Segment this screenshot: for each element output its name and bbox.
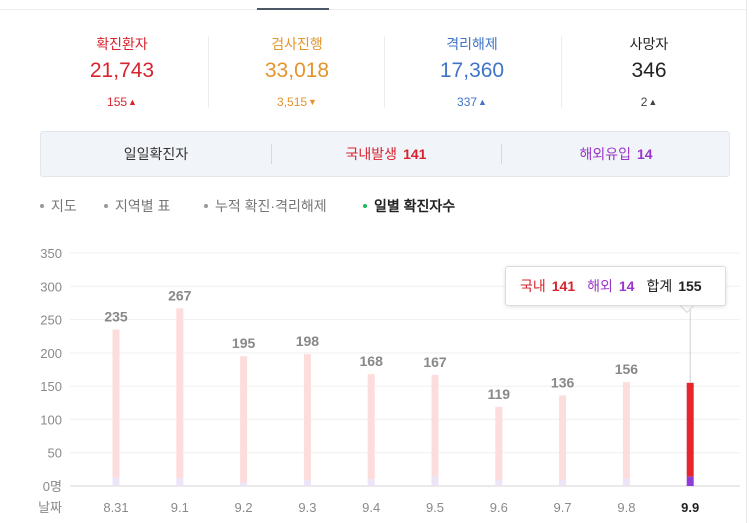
tooltip-total-value: 155 <box>678 278 702 294</box>
bar-overseas <box>686 476 694 486</box>
tab-map[interactable]: 지도 <box>40 196 77 216</box>
x-tick-label: 9.8 <box>617 500 635 515</box>
stat-divider <box>384 36 385 108</box>
triangle-down-icon: ▼ <box>308 97 317 107</box>
bullet-icon <box>104 204 108 208</box>
stat-label: 격리해제 <box>446 36 498 52</box>
bar-total-label: 267 <box>168 287 192 303</box>
bar-domestic <box>303 354 311 481</box>
stat-label: 검사진행 <box>271 36 323 52</box>
x-tick-label: 8.31 <box>103 500 128 515</box>
x-tick-label: 9.1 <box>171 500 189 515</box>
y-tick-label: 100 <box>40 412 62 427</box>
chart-tooltip: 국내 141 해외 14 합계 155 <box>505 266 726 306</box>
x-tick-label: 9.3 <box>298 500 316 515</box>
x-tick-label: 9.2 <box>235 500 253 515</box>
summary-title: 일일확진자 <box>123 146 189 162</box>
summary-overseas: 해외유입 14 <box>501 132 731 176</box>
bar-overseas <box>303 480 311 486</box>
bar-overseas <box>176 478 184 486</box>
tab-region-table[interactable]: 지역별 표 <box>104 196 170 216</box>
stat-value: 21,743 <box>89 59 155 82</box>
bullet-icon <box>40 204 44 208</box>
stat-delta: 337▲ <box>457 95 487 109</box>
bar-domestic <box>559 395 567 481</box>
stat-label: 확진환자 <box>96 36 148 52</box>
bar-overseas <box>495 480 503 486</box>
triangle-up-icon: ▲ <box>478 97 487 107</box>
bar-domestic <box>431 374 439 477</box>
x-tick-label: 9.7 <box>554 500 572 515</box>
bar-domestic <box>367 374 375 480</box>
triangle-up-icon: ▲ <box>128 97 137 107</box>
tab-cumulative[interactable]: 누적 확진·격리해제 <box>204 196 327 216</box>
stat-divider <box>561 36 562 108</box>
bullet-icon <box>204 204 208 208</box>
stat-delta: 155▲ <box>107 95 137 109</box>
stat-value: 346 <box>631 59 667 82</box>
stat-delta: 3,515▼ <box>277 95 317 109</box>
domestic-label: 국내발생 <box>345 146 398 162</box>
bar-domestic <box>176 308 184 479</box>
stat-value: 33,018 <box>264 59 330 82</box>
y-tick-label: 250 <box>40 313 62 328</box>
bullet-icon <box>363 204 367 208</box>
stat-block: 검사진행 33,018 3,515▼ <box>213 34 381 111</box>
bar-total-label: 119 <box>488 386 511 402</box>
tooltip-domestic-key: 국내 <box>520 278 546 294</box>
stat-block: 사망자 346 2▲ <box>565 34 733 111</box>
bar-domestic <box>495 406 503 481</box>
summary-domestic: 국내발생 141 <box>271 132 501 176</box>
y-tick-label: 0명 <box>43 479 62 494</box>
x-tick-label: 9.9 <box>681 500 699 515</box>
bar-total-label: 156 <box>615 361 639 377</box>
overseas-value: 14 <box>636 146 653 162</box>
bar-overseas <box>622 478 630 486</box>
bar-total-label: 235 <box>104 309 128 325</box>
y-tick-label: 300 <box>40 279 62 294</box>
x-axis-label: 날짜 <box>38 500 62 515</box>
tab-daily-cases[interactable]: 일별 확진자수 <box>363 196 455 216</box>
stat-label: 사망자 <box>629 36 669 52</box>
bar-total-label: 195 <box>232 335 256 351</box>
panel-border <box>746 0 747 523</box>
stat-delta: 2▲ <box>640 95 658 109</box>
y-tick-label: 350 <box>40 246 62 261</box>
tooltip-overseas-key: 해외 <box>587 278 613 294</box>
top-divider <box>0 9 746 10</box>
overseas-label: 해외유입 <box>579 146 631 162</box>
bar-overseas <box>240 482 248 486</box>
bar-domestic <box>112 329 120 478</box>
domestic-value: 141 <box>403 146 427 162</box>
y-tick-label: 50 <box>48 446 62 461</box>
bar-total-label: 136 <box>551 374 575 390</box>
bar-overseas <box>559 480 567 486</box>
tooltip-total-key: 합계 <box>646 278 673 294</box>
daily-summary-bar: 일일확진자 국내발생 141 해외유입 14 <box>40 131 730 177</box>
tooltip-domestic-value: 141 <box>551 278 576 294</box>
x-tick-label: 9.5 <box>426 500 444 515</box>
bar-domestic <box>622 382 630 479</box>
stat-value: 17,360 <box>439 59 505 82</box>
bar-overseas <box>112 477 120 486</box>
bar-domestic <box>240 356 248 483</box>
y-tick-label: 150 <box>40 379 62 394</box>
x-tick-label: 9.6 <box>490 500 508 515</box>
stat-block: 확진환자 21,743 155▲ <box>38 34 206 111</box>
bar-total-label: 168 <box>360 353 384 369</box>
x-tick-label: 9.4 <box>362 500 380 515</box>
stat-block: 격리해제 17,360 337▲ <box>388 34 556 111</box>
y-tick-label: 200 <box>40 346 62 361</box>
tooltip-overseas-value: 14 <box>618 278 635 294</box>
bar-domestic <box>686 382 694 477</box>
bar-total-label: 198 <box>296 333 320 349</box>
bar-overseas <box>367 479 375 486</box>
bar-total-label: 167 <box>423 354 447 370</box>
active-tab-indicator <box>257 8 329 10</box>
triangle-up-icon: ▲ <box>648 97 658 107</box>
stat-divider <box>208 36 209 108</box>
bar-overseas <box>431 476 439 486</box>
